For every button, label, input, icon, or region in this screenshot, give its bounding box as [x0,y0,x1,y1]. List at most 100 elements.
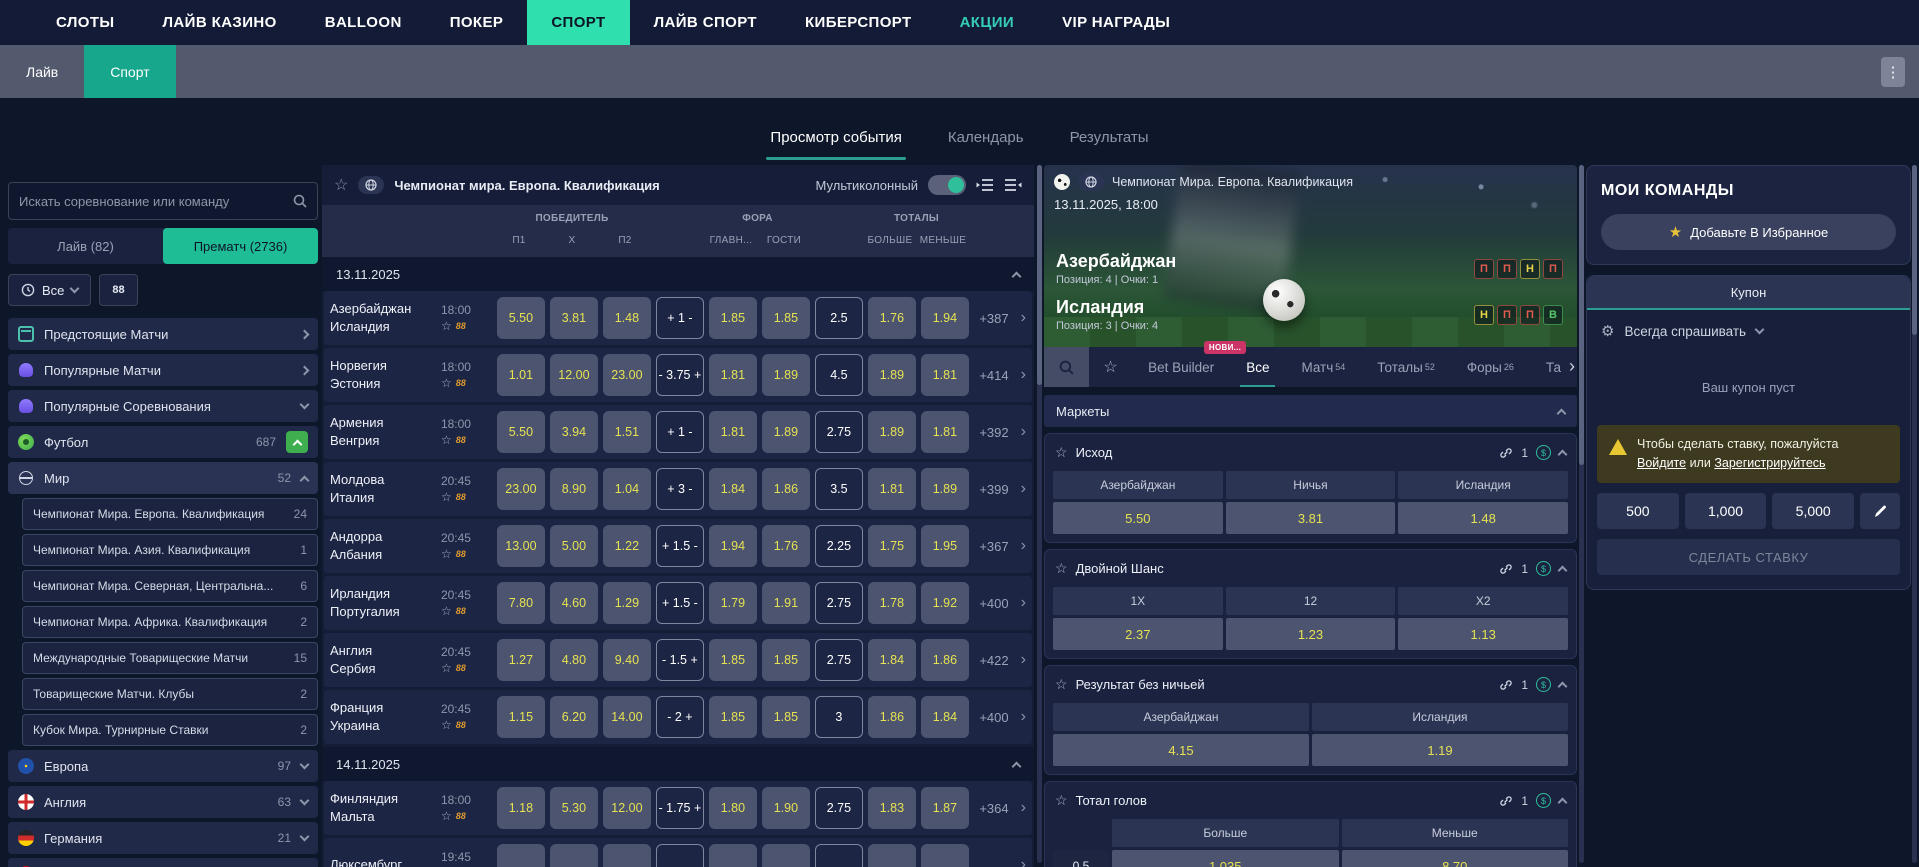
total-line-button[interactable]: 2.75 [814,582,863,624]
event-row[interactable]: Финляндия Мальта 18:00 ☆ 88 1.18 5.30 12.… [324,781,1032,835]
handicap-away-button[interactable]: 1.91 [761,582,810,624]
handicap-away-button[interactable]: 1.89 [761,411,810,453]
open-event-chevron[interactable]: › [1009,799,1026,817]
total-over-button[interactable]: 1.83 [867,787,916,829]
chevron-up-icon[interactable] [1557,565,1568,576]
total-under-button[interactable]: 1.81 [920,411,969,453]
nav-slots[interactable]: СЛОТЫ [32,0,139,45]
tab-handicaps[interactable]: Форы 26 [1451,347,1530,387]
total-over-button[interactable]: 1.86 [867,696,916,738]
event-row[interactable]: Норвегия Эстония 18:00 ☆ 88 1.01 12.00 23… [324,348,1032,402]
handicap-home-button[interactable]: 1.94 [708,525,757,567]
odds-p1-button[interactable]: 23.00 [496,468,545,510]
nav-live-sport[interactable]: ЛАЙВ СПОРТ [630,0,781,45]
total-over-button[interactable] [867,844,916,867]
total-under-button[interactable]: 1.87 [920,787,969,829]
country-item[interactable]: Испания 26 [8,858,318,867]
stats-icon[interactable]: 88 [456,318,466,334]
nav-balloon[interactable]: BALLOON [301,0,426,45]
stats-icon[interactable]: 88 [456,546,466,562]
tab-sport[interactable]: Спорт [84,45,176,98]
chevron-up-icon[interactable] [1557,797,1568,808]
odds-button[interactable]: 4.15 [1053,734,1309,766]
more-markets-count[interactable]: +414 [974,368,1008,383]
open-event-chevron[interactable]: › [1009,856,1026,867]
stats-icon[interactable]: 88 [456,660,466,676]
date-group-header[interactable]: 14.11.2025 [322,747,1034,781]
edit-stake-button[interactable] [1860,493,1901,529]
odds-button[interactable]: 3.81 [1225,502,1396,534]
odds-format-button[interactable]: 88 [99,274,138,306]
open-event-chevron[interactable]: › [1009,537,1026,555]
odds-x-button[interactable]: 8.90 [549,468,598,510]
nav-live-casino[interactable]: ЛАЙВ КАЗИНО [139,0,301,45]
event-row[interactable]: Франция Украина 20:45 ☆ 88 1.15 6.20 14.0… [324,690,1032,744]
segment-live[interactable]: Лайв (82) [8,228,163,264]
link-icon[interactable] [1499,678,1513,692]
odds-button[interactable]: 1.48 [1398,502,1568,534]
sidebar-quick-link[interactable]: Популярные Соревнования [8,390,318,422]
collapse-football-button[interactable] [286,431,308,453]
favorite-market-star-icon[interactable]: ☆ [1055,444,1068,461]
page-scrollbar[interactable] [1912,165,1917,863]
odds-button[interactable]: 5.50 [1053,502,1223,534]
handicap-home-button[interactable]: 1.81 [708,411,757,453]
favorite-market-star-icon[interactable]: ☆ [1055,560,1068,577]
league-item[interactable]: Чемпионат Мира. Северная, Центральна... … [22,570,318,602]
open-event-chevron[interactable]: › [1009,423,1026,441]
favorite-star-icon[interactable]: ☆ [441,489,452,505]
odds-button[interactable]: 1.13 [1398,618,1568,650]
nav-sport[interactable]: СПОРТ [527,0,630,45]
league-item[interactable]: Чемпионат Мира. Азия. Квалификация 1 [22,534,318,566]
total-under-button[interactable]: 1.95 [920,525,969,567]
more-markets-count[interactable]: +400 [974,710,1008,725]
event-row[interactable]: Англия Сербия 20:45 ☆ 88 1.27 4.80 9.40 -… [324,633,1032,687]
odds-x-button[interactable]: 4.60 [549,582,598,624]
sidebar-quick-link[interactable]: Предстоящие Матчи [8,318,318,350]
register-link[interactable]: Зарегистрируйтесь [1714,456,1825,470]
total-line-button[interactable]: 3.5 [814,468,863,510]
segment-prematch[interactable]: Прематч (2736) [163,228,318,264]
more-markets-count[interactable]: +364 [974,801,1008,816]
total-under-button[interactable]: 1.84 [920,696,969,738]
stake-chip-1000[interactable]: 1,000 [1684,493,1767,529]
handicap-away-button[interactable]: 1.85 [761,639,810,681]
handicap-line-button[interactable]: - 1.75 + [655,787,704,829]
coupon-tab[interactable]: Купон [1587,276,1910,310]
favorite-market-star-icon[interactable]: ☆ [1055,676,1068,693]
favorite-league-star-icon[interactable]: ☆ [334,175,348,195]
total-over-button[interactable]: 1.76 [867,297,916,339]
odds-p1-button[interactable] [496,844,545,867]
detail-scrollbar[interactable] [1579,165,1584,863]
league-item[interactable]: Чемпионат Мира. Африка. Квалификация 2 [22,606,318,638]
total-under-button[interactable]: 1.89 [920,468,969,510]
nav-vip-rewards[interactable]: VIP НАГРАДЫ [1038,0,1194,45]
tabs-scroll-right-chevron[interactable]: › [1569,356,1575,377]
odds-button[interactable]: 8.70 [1341,850,1568,867]
handicap-home-button[interactable] [708,844,757,867]
total-line-button[interactable]: 4.5 [814,354,863,396]
odds-p1-button[interactable]: 1.27 [496,639,545,681]
handicap-line-button[interactable]: - 3.75 + [655,354,704,396]
total-under-button[interactable]: 1.81 [920,354,969,396]
league-item[interactable]: Товарищеские Матчи. Клубы 2 [22,678,318,710]
total-over-button[interactable]: 1.81 [867,468,916,510]
handicap-line-button[interactable]: + 1.5 - [655,582,704,624]
sidebar-item-world[interactable]: Мир 52 [8,462,318,494]
link-icon[interactable] [1499,446,1513,460]
odds-p1-button[interactable]: 1.01 [496,354,545,396]
open-event-chevron[interactable]: › [1009,708,1026,726]
country-item[interactable]: Германия 21 [8,822,318,854]
events-scrollbar[interactable] [1037,165,1042,863]
tab-all-markets[interactable]: Все [1230,347,1285,387]
more-markets-count[interactable]: +367 [974,539,1008,554]
stats-icon[interactable]: 88 [456,717,466,733]
time-filter-dropdown[interactable]: Все [8,274,92,306]
odds-p2-button[interactable]: 1.48 [602,297,651,339]
total-line-button[interactable]: 2.75 [814,787,863,829]
markets-collapse-bar[interactable]: Маркеты [1044,395,1577,427]
handicap-line-button[interactable]: - 2 + [655,696,704,738]
tab-calendar[interactable]: Календарь [944,129,1028,160]
odds-p2-button[interactable]: 1.51 [602,411,651,453]
league-item[interactable]: Чемпионат Мира. Европа. Квалификация 24 [22,498,318,530]
